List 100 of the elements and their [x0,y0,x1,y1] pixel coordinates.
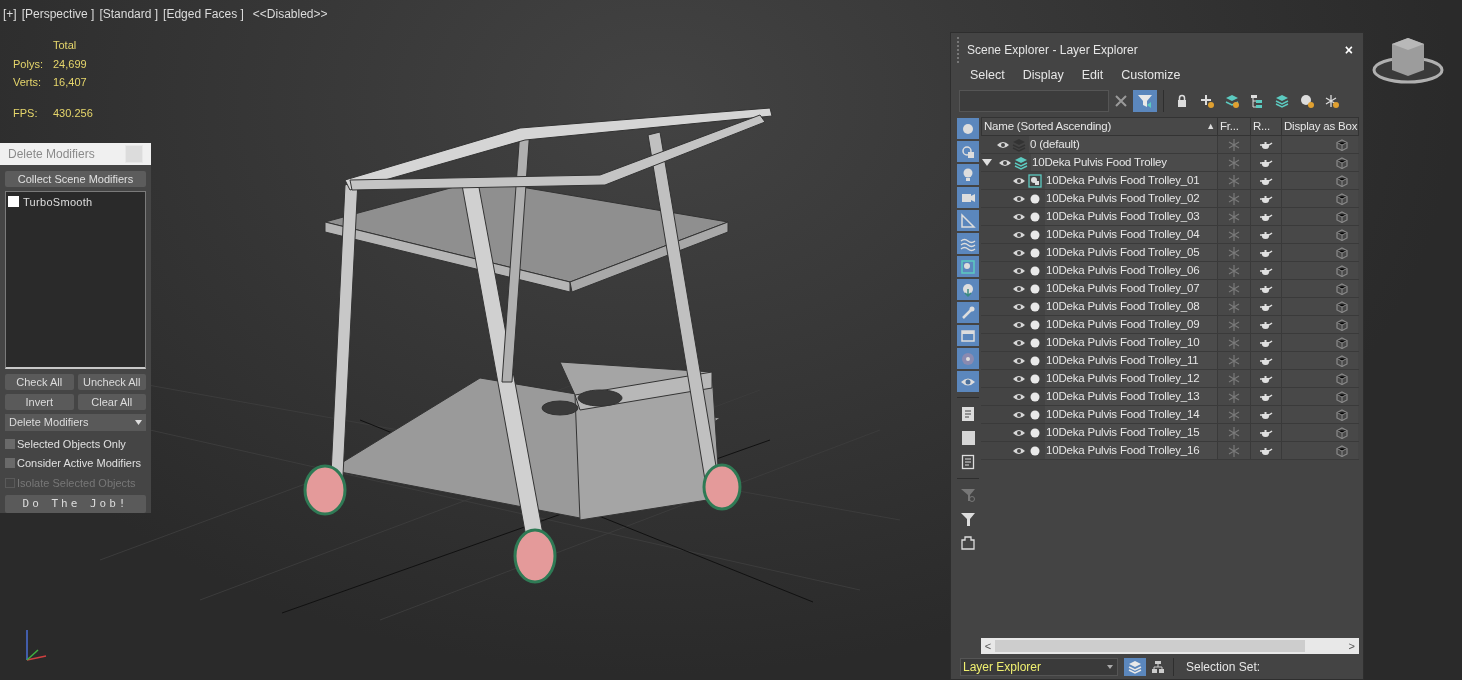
eye-icon[interactable] [1012,337,1026,348]
group-filter-button[interactable] [957,256,979,277]
name-cell[interactable]: 10Deka Pulvis Food Trolley_04 [1045,226,1217,243]
xref-filter-button[interactable] [957,279,979,300]
search-field[interactable] [959,90,1109,112]
add-layer-icon[interactable] [1200,94,1214,108]
scroll-right-button[interactable]: > [1305,637,1359,655]
viewport-label[interactable]: [Perspective ] [21,5,95,23]
explorer-dropdown[interactable]: Layer Explorer [960,658,1118,676]
helper-filter-button[interactable] [957,210,979,231]
column-header[interactable]: Display as Box [1282,118,1359,135]
spacewarp-filter-button[interactable] [957,233,979,254]
cube-icon[interactable] [1336,282,1348,295]
container-filter-button[interactable] [957,325,979,346]
name-cell[interactable]: 10Deka Pulvis Food Trolley_03 [1045,208,1217,225]
name-cell[interactable]: 10Deka Pulvis Food Trolley [1031,154,1217,171]
eye-icon[interactable] [1012,211,1026,222]
column-header[interactable]: R... [1251,118,1282,135]
cube-icon[interactable] [1336,246,1348,259]
eye-icon[interactable] [1012,445,1026,456]
eye-icon[interactable] [998,157,1012,168]
layers-add-icon[interactable] [1225,94,1239,108]
view-cube-icon[interactable] [1372,36,1444,86]
name-cell[interactable]: 10Deka Pulvis Food Trolley_16 [1045,442,1217,459]
name-cell[interactable]: 10Deka Pulvis Food Trolley_11 [1045,352,1217,369]
checkbox[interactable] [8,196,19,208]
name-cell[interactable]: 0 (default) [1029,136,1217,153]
eye-icon[interactable] [1012,175,1026,186]
group-icon[interactable] [1028,173,1042,188]
hidden-filter-button[interactable] [957,371,979,392]
geometry-filter-button[interactable] [957,118,979,139]
document-icon[interactable] [961,454,975,470]
eye-icon[interactable] [1012,265,1026,276]
cube-icon[interactable] [1336,372,1348,385]
cube-icon[interactable] [1336,408,1348,421]
mode-dropdown[interactable]: Delete Modifiers [5,413,146,431]
eye-icon[interactable] [996,139,1010,150]
filter-button[interactable] [1133,90,1157,112]
layers-icon[interactable] [1275,94,1289,108]
eye-icon[interactable] [1012,301,1026,312]
cube-icon[interactable] [1336,174,1348,187]
column-header[interactable]: Name (Sorted Ascending) ▲ [982,118,1218,135]
snowflake-icon[interactable] [1325,94,1339,108]
viewport-label[interactable]: [+] [3,5,17,23]
filter-icon[interactable] [960,511,976,527]
horizontal-scrollbar[interactable]: < > [981,638,1359,654]
cube-icon[interactable] [1336,300,1348,313]
close-button[interactable]: × [1344,39,1353,61]
square-icon[interactable] [961,430,975,446]
cube-icon[interactable] [1336,138,1348,151]
cube-icon[interactable] [1336,444,1348,457]
cube-icon[interactable] [1336,156,1348,169]
clear-icon[interactable] [1115,95,1127,107]
name-cell[interactable]: 10Deka Pulvis Food Trolley_08 [1045,298,1217,315]
eye-icon[interactable] [1012,355,1026,366]
layers-icon[interactable] [1014,155,1028,170]
panel-button[interactable]: Uncheck All [77,373,146,390]
column-header[interactable]: Fr... [1218,118,1251,135]
cube-icon[interactable] [1336,228,1348,241]
eye-icon[interactable] [1012,409,1026,420]
menu-item[interactable]: Customize [1121,65,1181,85]
layer-mode-button[interactable] [1124,658,1146,676]
cube-icon[interactable] [1336,354,1348,367]
name-cell[interactable]: 10Deka Pulvis Food Trolley_13 [1045,388,1217,405]
eye-icon[interactable] [1012,373,1026,384]
name-cell[interactable]: 10Deka Pulvis Food Trolley_14 [1045,406,1217,423]
modifier-list[interactable]: TurboSmooth [5,190,146,369]
run-button[interactable]: Do The Job! [5,495,146,513]
menu-item[interactable]: Select [970,65,1005,85]
name-cell[interactable]: 10Deka Pulvis Food Trolley_07 [1045,280,1217,297]
expanded-arrow-icon[interactable] [982,158,992,167]
camera-filter-button[interactable] [957,187,979,208]
bone-filter-button[interactable] [957,302,979,323]
name-cell[interactable]: 10Deka Pulvis Food Trolley_09 [1045,316,1217,333]
cube-icon[interactable] [1336,336,1348,349]
viewport-label[interactable]: [Standard ] [99,5,159,23]
container-icon[interactable] [960,535,976,551]
name-cell[interactable]: 10Deka Pulvis Food Trolley_15 [1045,424,1217,441]
name-cell[interactable]: 10Deka Pulvis Food Trolley_10 [1045,334,1217,351]
eye-icon[interactable] [1012,283,1026,294]
cube-icon[interactable] [1336,192,1348,205]
panel-button[interactable]: Invert [5,393,74,410]
hierarchy-icon[interactable] [1250,94,1264,108]
cube-icon[interactable] [1336,210,1348,223]
hierarchy-icon[interactable] [1151,660,1165,674]
light-bulb-icon[interactable] [1300,94,1314,108]
eye-icon[interactable] [1012,319,1026,330]
panel-button[interactable]: Check All [5,373,74,390]
checkbox[interactable] [5,458,15,469]
list-icon[interactable] [961,406,975,422]
name-cell[interactable]: 10Deka Pulvis Food Trolley_02 [1045,190,1217,207]
eye-icon[interactable] [1012,391,1026,402]
viewport-label[interactable]: <<Disabled>> [252,5,328,23]
menu-item[interactable]: Edit [1081,65,1104,85]
checkbox[interactable] [5,438,15,449]
cube-icon[interactable] [1336,390,1348,403]
name-cell[interactable]: 10Deka Pulvis Food Trolley_12 [1045,370,1217,387]
cube-icon[interactable] [1336,426,1348,439]
eye-icon[interactable] [1012,427,1026,438]
eye-icon[interactable] [1012,247,1026,258]
